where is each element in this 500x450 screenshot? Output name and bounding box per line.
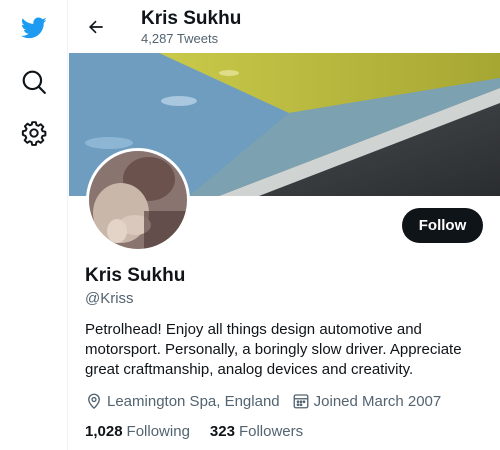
twitter-logo-icon[interactable]: [14, 8, 54, 48]
tweet-count: 4,287 Tweets: [141, 31, 219, 46]
profile-header-bar: Kris Sukhu 4,287 Tweets: [69, 0, 500, 53]
profile-main: Kris Sukhu 4,287 Tweets Follow Kris Sukh…: [69, 0, 500, 450]
profile-avatar[interactable]: [86, 148, 190, 252]
location-text: Leamington Spa, England: [107, 392, 280, 410]
location-pin-icon: [88, 393, 100, 410]
search-icon[interactable]: [14, 62, 54, 102]
profile-bio: Petrolhead! Enjoy all things design auto…: [85, 321, 462, 378]
left-nav-rail: [0, 0, 68, 450]
following-label: Following: [126, 423, 190, 440]
profile-handle: @Kriss: [85, 290, 134, 307]
profile-meta: Leamington Spa, England Joined March 200…: [85, 392, 453, 410]
follow-button[interactable]: Follow: [402, 208, 483, 243]
arrow-left-icon: [89, 20, 103, 34]
joined-item: Joined March 2007: [292, 392, 442, 410]
following-link[interactable]: 1,028 Following: [85, 423, 190, 440]
location-item: Leamington Spa, England: [85, 392, 280, 410]
joined-text: Joined March 2007: [313, 392, 442, 410]
profile-name: Kris Sukhu: [85, 265, 186, 286]
followers-link[interactable]: 323 Followers: [210, 423, 303, 440]
followers-label: Followers: [238, 423, 304, 440]
following-count: 1,028: [85, 423, 123, 440]
follow-stats: 1,028 Following 323 Followers: [85, 423, 323, 440]
back-button[interactable]: [79, 10, 113, 44]
header-title: Kris Sukhu: [141, 8, 242, 29]
followers-count: 323: [209, 423, 235, 440]
settings-gear-icon[interactable]: [14, 113, 54, 153]
calendar-icon: [293, 394, 309, 409]
